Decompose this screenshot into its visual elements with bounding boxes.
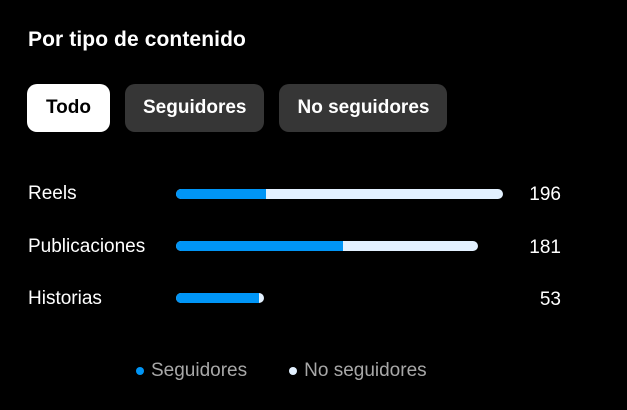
row-value-historias: 53 (539, 289, 561, 310)
bar-fill-reels-followers (176, 189, 267, 199)
legend-label-non-followers: No seguidores (304, 360, 427, 381)
bar-track-publicaciones (176, 241, 478, 251)
bar-fill-publicaciones-followers (176, 241, 343, 251)
content-type-breakdown: Reels 196 Publicaciones 181 Historias 53 (0, 0, 627, 410)
legend-label-followers: Seguidores (151, 360, 248, 381)
legend-dot-followers-icon (136, 367, 144, 375)
row-value-reels: 196 (529, 184, 561, 205)
row-label-publicaciones: Publicaciones (28, 236, 146, 257)
bar-fill-historias-followers (176, 293, 260, 303)
bar-track-reels (176, 189, 503, 199)
row-value-publicaciones: 181 (529, 237, 561, 258)
legend-item-followers: Seguidores (136, 360, 247, 382)
row-label-reels: Reels (28, 183, 77, 204)
row-label-historias: Historias (28, 288, 102, 309)
legend-item-non-followers: No seguidores (289, 360, 427, 382)
legend: Seguidores No seguidores (136, 360, 427, 382)
legend-dot-non-followers-icon (289, 367, 298, 375)
bar-track-historias (176, 293, 264, 303)
